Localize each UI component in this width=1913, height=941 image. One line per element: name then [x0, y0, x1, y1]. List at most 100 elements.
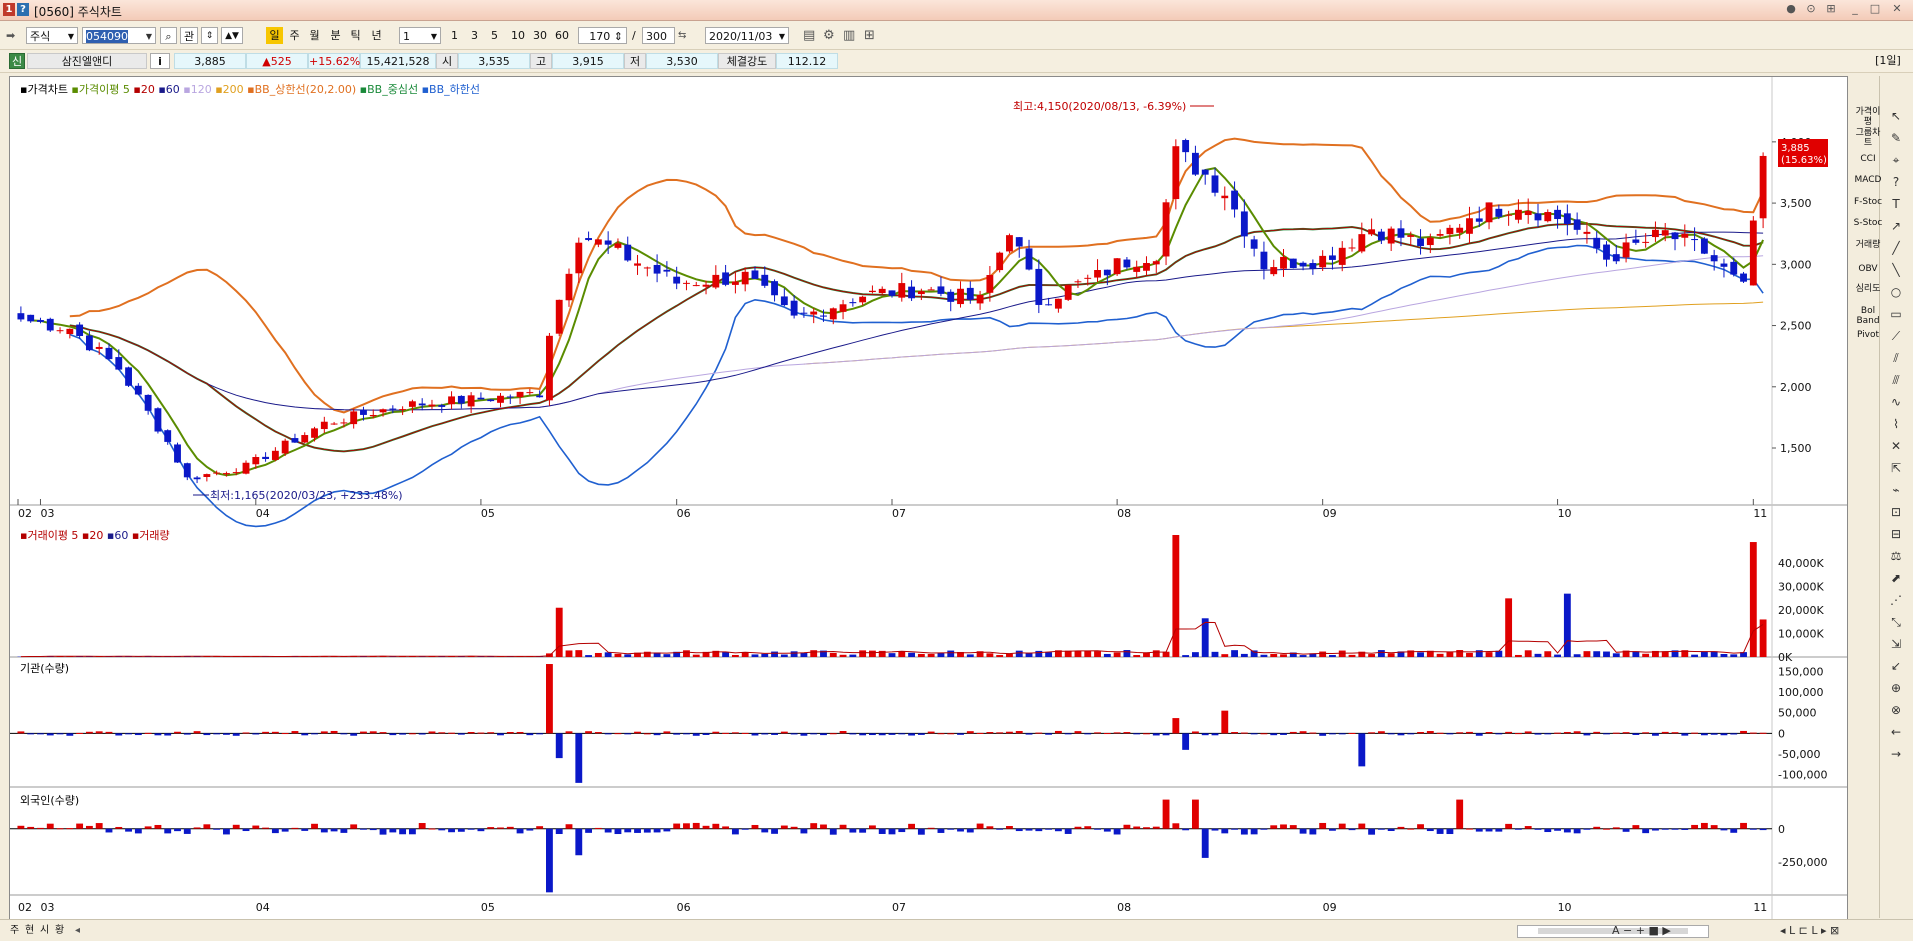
- institution-bar: [1231, 732, 1238, 733]
- minute-30[interactable]: 30: [530, 27, 550, 44]
- settings-icon[interactable]: ⊞: [1824, 3, 1838, 16]
- drawing-tool-icon[interactable]: ▭: [1887, 306, 1905, 322]
- minute-1[interactable]: 1: [446, 27, 463, 44]
- drawing-tool-icon[interactable]: ⊕: [1887, 680, 1905, 696]
- institution-bar: [282, 733, 289, 734]
- maximize-button[interactable]: □: [1868, 3, 1882, 16]
- minimize-button[interactable]: _: [1848, 3, 1862, 16]
- print-icon[interactable]: ▥: [843, 27, 855, 44]
- indicator-group[interactable]: 그룹차트: [1853, 128, 1883, 148]
- minute-60[interactable]: 60: [552, 27, 572, 44]
- info-button[interactable]: i: [150, 53, 170, 69]
- sort-icon[interactable]: ⇆: [678, 27, 686, 44]
- drawing-tool-icon[interactable]: ⫽: [1887, 350, 1905, 366]
- zoom-controls-icon[interactable]: A − + ■ ▶: [1612, 924, 1671, 938]
- total-input[interactable]: 300: [642, 27, 675, 44]
- gear-icon[interactable]: ⚙: [823, 27, 835, 44]
- indicator-bollinger[interactable]: Bol Band: [1853, 306, 1883, 326]
- institution-bar: [262, 732, 269, 734]
- drawing-tool-icon[interactable]: T: [1887, 196, 1905, 212]
- tab-hyun[interactable]: 현: [25, 924, 34, 938]
- drawing-tool-icon[interactable]: ⊡: [1887, 504, 1905, 520]
- drawing-tool-icon[interactable]: ↙: [1887, 658, 1905, 674]
- market-select[interactable]: 주식▼: [26, 27, 78, 44]
- drawing-tool-icon[interactable]: ╱: [1887, 240, 1905, 256]
- lock-icon[interactable]: ●: [1784, 3, 1798, 16]
- change-pct: +15.62%: [308, 53, 360, 69]
- chart-icon[interactable]: ▤: [803, 27, 815, 44]
- institution-bar: [301, 733, 308, 735]
- count-input[interactable]: 170 ⇕: [578, 27, 627, 44]
- drawing-tool-icon[interactable]: ╲: [1887, 262, 1905, 278]
- tab-si[interactable]: 시: [40, 924, 49, 938]
- drawing-tool-icon[interactable]: ⫻: [1887, 372, 1905, 388]
- drawing-tool-icon[interactable]: ⊟: [1887, 526, 1905, 542]
- drawing-tool-icon[interactable]: ⋰: [1887, 592, 1905, 608]
- period-month[interactable]: 월: [306, 27, 323, 44]
- drawing-tool-icon[interactable]: ⤡: [1887, 614, 1905, 630]
- drawing-tool-icon[interactable]: ⌖: [1887, 152, 1905, 168]
- foreign-bar: [76, 824, 83, 829]
- help-icon[interactable]: ?: [17, 3, 29, 16]
- drawing-tool-icon[interactable]: ⇱: [1887, 460, 1905, 476]
- kwan-button[interactable]: 관: [180, 27, 198, 44]
- drawing-tool-icon[interactable]: ⟋: [1887, 328, 1905, 344]
- toggle-icon[interactable]: ⇕: [201, 27, 218, 44]
- chart-area[interactable]: 0202030304040505060607070808090910101111…: [9, 76, 1848, 920]
- minute-10[interactable]: 10: [508, 27, 528, 44]
- drawing-tool-icon[interactable]: ↖: [1887, 108, 1905, 124]
- drawing-tool-icon[interactable]: ⊗: [1887, 702, 1905, 718]
- bb-middle-line: [70, 224, 1763, 452]
- period-minute[interactable]: 분: [327, 27, 344, 44]
- drawing-tool-icon[interactable]: ?: [1887, 174, 1905, 190]
- chart-svg[interactable]: 0202030304040505060607070808090910101111…: [10, 77, 1847, 919]
- indicator-obv[interactable]: OBV: [1853, 264, 1883, 274]
- indicator-psy[interactable]: 심리도: [1853, 284, 1883, 294]
- drawing-tool-icon[interactable]: ⇲: [1887, 636, 1905, 652]
- period-week[interactable]: 주: [286, 27, 303, 44]
- drawing-tool-icon[interactable]: ⚖: [1887, 548, 1905, 564]
- drawing-tool-icon[interactable]: ⌇: [1887, 416, 1905, 432]
- close-button[interactable]: ✕: [1890, 3, 1904, 16]
- candle-body: [1075, 281, 1082, 282]
- drawing-tool-icon[interactable]: ←: [1887, 724, 1905, 740]
- candle-body: [1045, 304, 1052, 305]
- candle-body: [908, 287, 915, 299]
- candle-body: [154, 408, 161, 431]
- minute-3[interactable]: 3: [466, 27, 483, 44]
- drawing-tool-icon[interactable]: →: [1887, 746, 1905, 762]
- indicator-cci[interactable]: CCI: [1853, 154, 1883, 164]
- foreign-bar: [194, 827, 201, 828]
- tab-ju[interactable]: 주: [10, 924, 19, 938]
- stock-code-input[interactable]: 054090▼: [82, 27, 156, 44]
- period-tick[interactable]: 틱: [347, 27, 364, 44]
- minute-5[interactable]: 5: [486, 27, 503, 44]
- spin-icon[interactable]: ▲▼: [221, 27, 243, 44]
- indicator-fstoc[interactable]: F-Stoc: [1853, 197, 1883, 207]
- drawing-tool-icon[interactable]: ⌁: [1887, 482, 1905, 498]
- tab-hwang[interactable]: 황: [55, 924, 64, 938]
- drawing-tool-icon[interactable]: ∿: [1887, 394, 1905, 410]
- candle-body: [223, 473, 230, 474]
- candle-body: [938, 286, 945, 293]
- scroll-left-icon[interactable]: ◂: [75, 924, 80, 938]
- drawing-tool-icon[interactable]: ↗: [1887, 218, 1905, 234]
- indicator-sstoc[interactable]: S-Stoc: [1853, 218, 1883, 228]
- indicator-ma[interactable]: 가격이평: [1853, 107, 1883, 127]
- drawing-tool-icon[interactable]: ○: [1887, 284, 1905, 300]
- drawing-tool-icon[interactable]: ✎: [1887, 130, 1905, 146]
- period-day[interactable]: 일: [266, 27, 283, 44]
- arrow-icon[interactable]: ➡: [6, 27, 24, 44]
- date-select[interactable]: 2020/11/03▼: [705, 27, 789, 44]
- zoom-icon[interactable]: ⊞: [864, 27, 875, 44]
- drawing-tool-icon[interactable]: ✕: [1887, 438, 1905, 454]
- indicator-pivot[interactable]: Pivot: [1853, 330, 1883, 340]
- link-icon[interactable]: ⊙: [1804, 3, 1818, 16]
- nav-controls-icon[interactable]: ◂ L ⊏ L ▸ ⊠: [1780, 924, 1839, 938]
- period-year[interactable]: 년: [368, 27, 385, 44]
- drawing-tool-icon[interactable]: ⬈: [1887, 570, 1905, 586]
- tick-select[interactable]: 1▼: [399, 27, 441, 44]
- search-icon[interactable]: ⌕: [160, 27, 177, 44]
- indicator-macd[interactable]: MACD: [1853, 175, 1883, 185]
- indicator-volume[interactable]: 거래량: [1853, 240, 1883, 250]
